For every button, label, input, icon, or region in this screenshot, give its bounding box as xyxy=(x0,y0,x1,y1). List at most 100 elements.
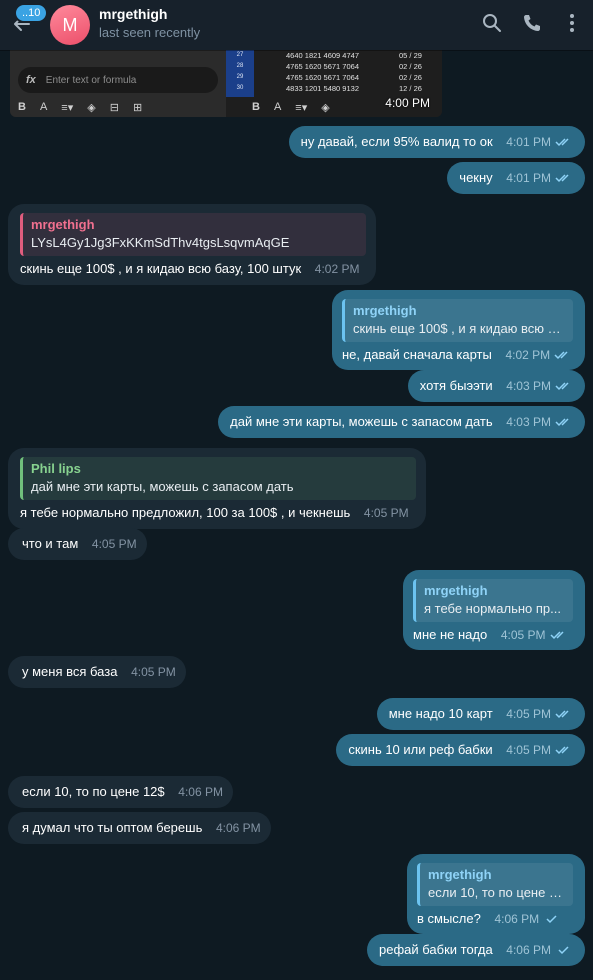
double-check-icon xyxy=(555,710,569,719)
align-icon: ≡▾ xyxy=(295,101,308,114)
sheet-rows: 4640 1821 4609 4747 05 / 29 4765 1620 567… xyxy=(286,50,422,94)
message-time: 4:05 PM xyxy=(506,743,551,757)
message-text: что и там xyxy=(22,536,79,551)
message-incoming[interactable]: я думал что ты оптом берешь 4:06 PM xyxy=(8,812,271,844)
single-check-icon xyxy=(558,946,569,955)
chat-status: last seen recently xyxy=(99,25,201,40)
message-meta: 4:05 PM xyxy=(506,741,573,759)
reply-text: скинь еще 100$ , и я кидаю всю б... xyxy=(353,321,565,336)
reply-preview[interactable]: mrgethigh я тебе нормально пр... xyxy=(413,579,573,622)
double-check-icon xyxy=(555,174,569,183)
message-text: чекну xyxy=(459,170,493,185)
call-button[interactable] xyxy=(521,12,543,34)
reply-text: LYsL4Gy1Jg3FxKKmSdThv4tgsLsqvmAqGE xyxy=(31,235,290,250)
message-time: 4:06 PM xyxy=(215,821,261,835)
message-outgoing[interactable]: чекну 4:01 PM xyxy=(447,162,585,194)
message-meta: 4:02 PM xyxy=(315,260,360,278)
message-meta: 4:06 PM xyxy=(216,819,261,837)
message-incoming[interactable]: если 10, то по цене 12$ 4:06 PM xyxy=(8,776,233,808)
message-time: 4:05 PM xyxy=(506,707,551,721)
single-check-icon xyxy=(546,915,557,924)
search-icon xyxy=(483,14,501,32)
message-time: 4:05 PM xyxy=(91,537,137,551)
message-time: 4:02 PM xyxy=(314,262,360,276)
message-incoming[interactable]: что и там 4:05 PM xyxy=(8,528,147,560)
message-meta: 4:03 PM xyxy=(506,377,573,395)
message-meta: 4:05 PM xyxy=(92,535,137,553)
row-numbers: 27 28 29 30 xyxy=(226,50,254,97)
message-meta: 4:05 PM xyxy=(506,705,573,723)
message-meta: 4:01 PM xyxy=(506,169,573,187)
reply-preview[interactable]: mrgethigh LYsL4Gy1Jg3FxKKmSdThv4tgsLsqvm… xyxy=(20,213,366,256)
double-check-icon xyxy=(554,351,568,360)
chat-title-block[interactable]: mrgethigh last seen recently xyxy=(99,6,200,40)
message-outgoing[interactable]: ну давай, если 95% валид то ок 4:01 PM xyxy=(288,126,585,158)
message-outgoing[interactable]: хотя быээти 4:03 PM xyxy=(407,370,585,402)
message-meta: 4:01 PM xyxy=(506,133,573,151)
phone-icon xyxy=(524,15,540,31)
double-check-icon xyxy=(555,382,569,391)
reply-text: если 10, то по цене 12$ xyxy=(428,885,565,900)
message-text: дай мне эти карты, можешь с запасом дать xyxy=(230,414,493,429)
reply-author: mrgethigh xyxy=(428,867,492,882)
message-outgoing[interactable]: mrgethigh если 10, то по цене 12$ в смыс… xyxy=(407,854,585,934)
message-time: 4:01 PM xyxy=(506,171,551,185)
message-incoming[interactable]: у меня вся база 4:05 PM xyxy=(8,656,186,688)
chat-header: ..10 M mrgethigh last seen recently xyxy=(0,0,593,50)
message-time: 4:05 PM xyxy=(500,628,546,642)
fill-icon: ◈ xyxy=(321,101,330,114)
message-incoming[interactable]: Phil lips дай мне эти карты, можешь с за… xyxy=(8,448,426,529)
double-check-icon xyxy=(555,418,569,427)
reply-preview[interactable]: mrgethigh если 10, то по цене 12$ xyxy=(417,863,573,906)
chat-window: ..10 M mrgethigh last seen recently fx E… xyxy=(0,0,593,980)
message-text: скинь еще 100$ , и я кидаю всю базу, 100… xyxy=(20,261,302,276)
message-outgoing[interactable]: mrgethigh скинь еще 100$ , и я кидаю всю… xyxy=(332,290,585,370)
message-text: мне не надо xyxy=(413,627,488,642)
message-incoming[interactable]: mrgethigh LYsL4Gy1Jg3FxKKmSdThv4tgsLsqvm… xyxy=(8,204,376,285)
message-text: не, давай сначала карты xyxy=(342,347,492,362)
message-text: я думал что ты оптом берешь xyxy=(22,820,203,835)
message-meta: 4:05 PM xyxy=(364,504,409,522)
message-meta: 4:06 PM xyxy=(178,783,223,801)
message-outgoing[interactable]: дай мне эти карты, можешь с запасом дать… xyxy=(218,406,585,438)
message-time: 4:03 PM xyxy=(506,379,551,393)
search-button[interactable] xyxy=(481,12,503,34)
reply-author: mrgethigh xyxy=(424,583,488,598)
formula-bar: fx Enter text or formula xyxy=(18,67,218,93)
spreadsheet-left-pane: fx Enter text or formula B A ≡▾ ◈ ⊟ ⊞ xyxy=(10,50,226,117)
reply-author: mrgethigh xyxy=(31,217,95,232)
message-outgoing[interactable]: рефай бабки тогда 4:06 PM xyxy=(367,934,585,966)
avatar[interactable]: M xyxy=(50,5,90,45)
message-text: рефай бабки тогда xyxy=(379,942,493,957)
message-text: мне надо 10 карт xyxy=(388,706,493,721)
sheet-toolbar-left: B A ≡▾ ◈ ⊟ ⊞ xyxy=(18,97,142,117)
insert-row-icon: ⊟ xyxy=(109,101,119,114)
message-text: если 10, то по цене 12$ xyxy=(22,784,165,799)
reply-text: дай мне эти карты, можешь с запасом дать xyxy=(31,479,294,494)
fill-icon: ◈ xyxy=(87,101,96,114)
reply-author: Phil lips xyxy=(31,461,81,476)
fx-label: fx xyxy=(26,74,36,86)
sheet-row: 4833 1201 5480 9132 12 / 26 xyxy=(286,84,422,93)
message-meta: 4:02 PM xyxy=(505,346,572,364)
unread-badge: ..10 xyxy=(14,3,49,23)
sheet-row: 4640 1821 4609 4747 05 / 29 xyxy=(286,51,422,60)
reply-text: я тебе нормально пр... xyxy=(424,601,561,616)
message-time: 4:01 PM xyxy=(506,135,551,149)
message-time: 4:06 PM xyxy=(506,943,551,957)
reply-preview[interactable]: mrgethigh скинь еще 100$ , и я кидаю всю… xyxy=(342,299,573,342)
double-check-icon xyxy=(550,631,564,640)
photo-message[interactable]: fx Enter text or formula B A ≡▾ ◈ ⊟ ⊞ 27… xyxy=(10,50,442,117)
message-meta: 4:03 PM xyxy=(506,413,573,431)
message-outgoing[interactable]: mrgethigh я тебе нормально пр... мне не … xyxy=(403,570,585,650)
message-text: хотя быээти xyxy=(419,378,493,393)
align-icon: ≡▾ xyxy=(61,101,74,114)
message-outgoing[interactable]: скинь 10 или реф бабки 4:05 PM xyxy=(336,734,585,766)
more-button[interactable] xyxy=(561,12,583,34)
message-time: 4:03 PM xyxy=(506,415,551,429)
message-outgoing[interactable]: мне надо 10 карт 4:05 PM xyxy=(376,698,585,730)
reply-preview[interactable]: Phil lips дай мне эти карты, можешь с за… xyxy=(20,457,416,500)
message-text: ну давай, если 95% валид то ок xyxy=(300,134,493,149)
sheet-row: 4765 1620 5671 7064 02 / 26 xyxy=(286,73,422,82)
message-time: 4:05 PM xyxy=(363,506,409,520)
